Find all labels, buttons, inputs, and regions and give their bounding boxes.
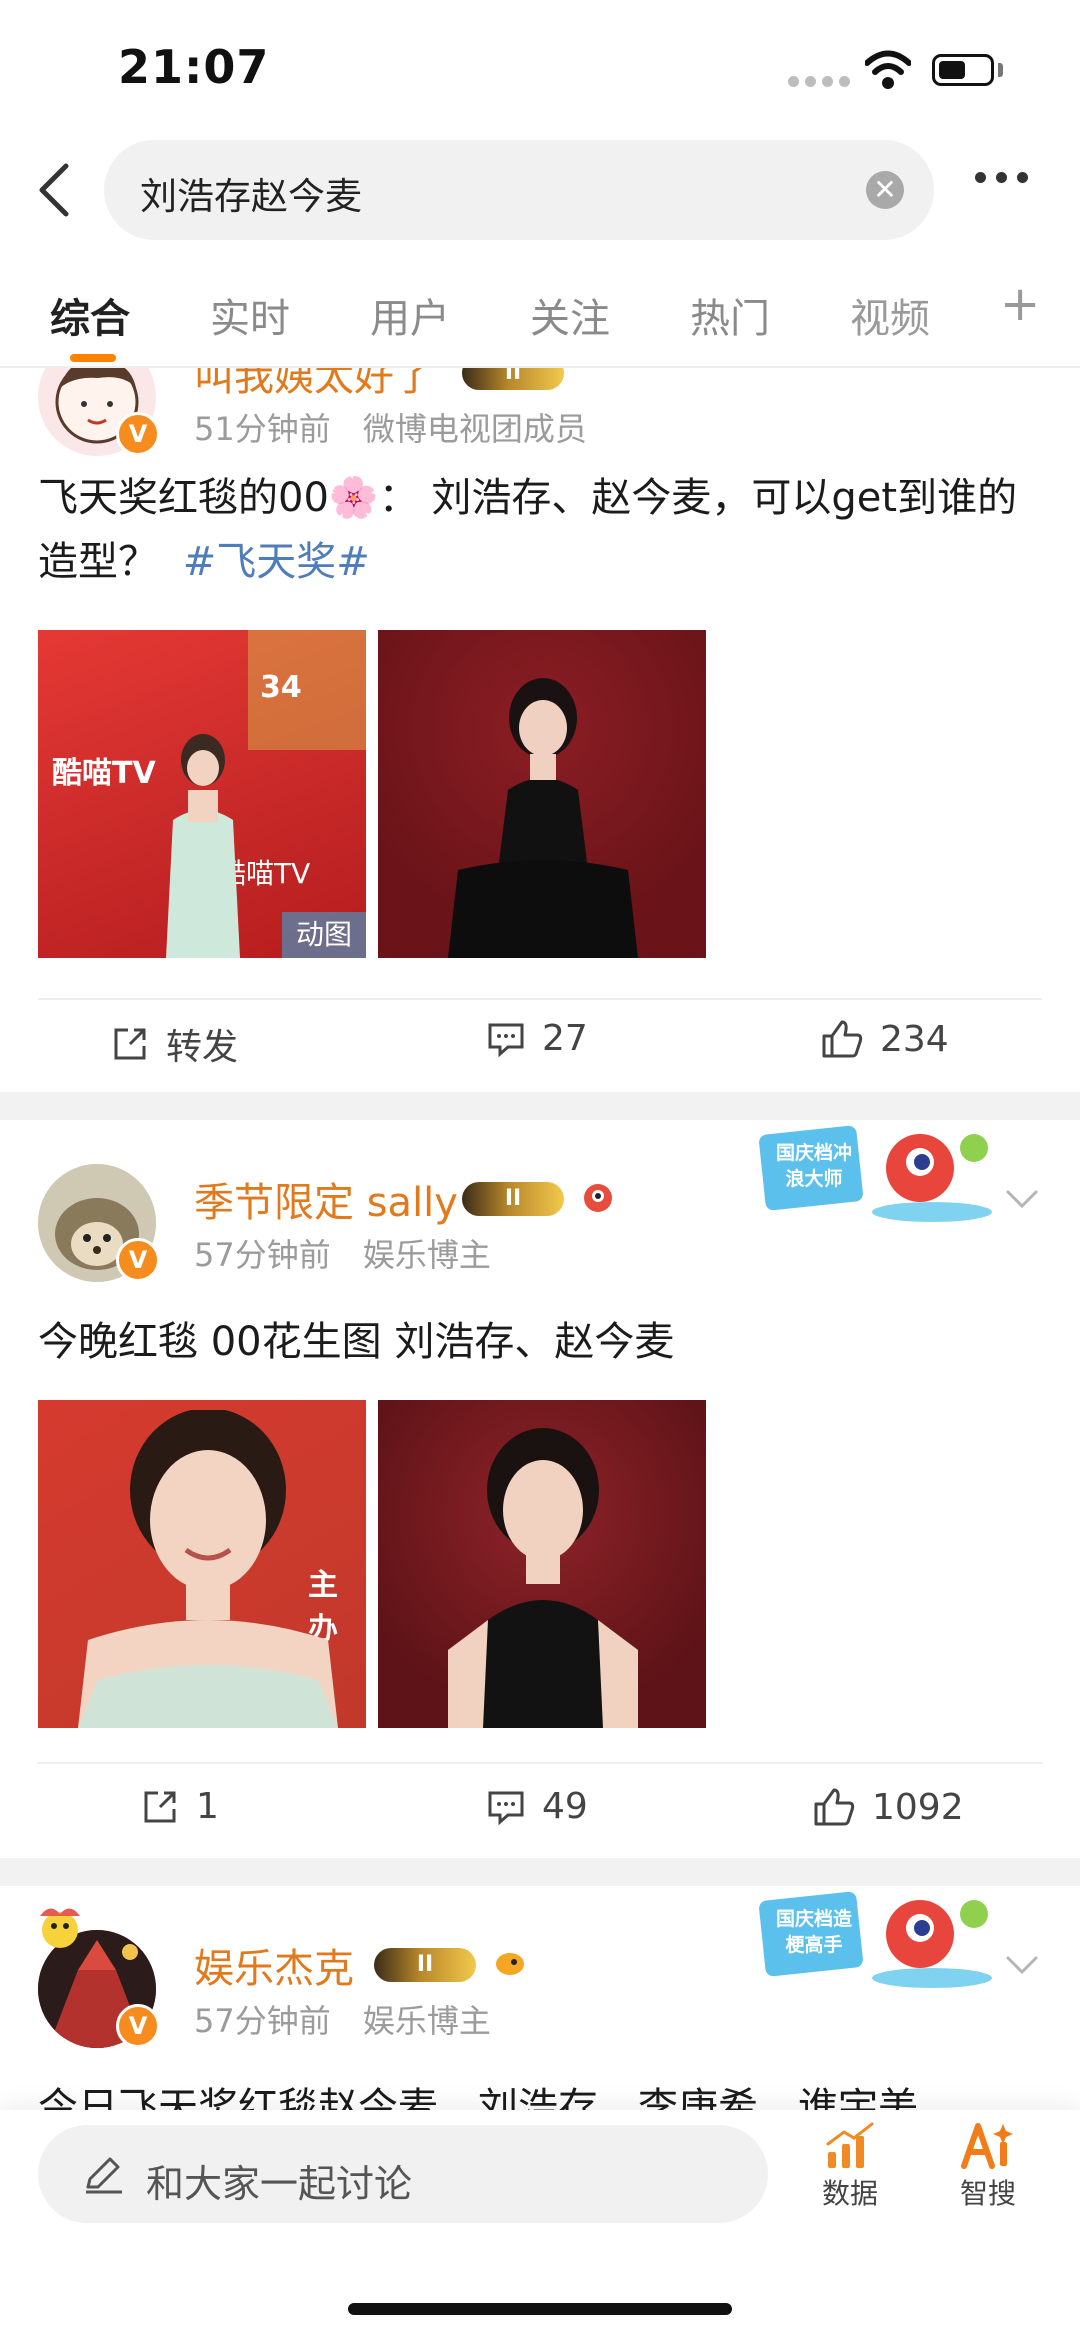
data-label: 数据	[821, 2177, 878, 2210]
comment-icon	[488, 1023, 524, 1057]
post-image-2[interactable]	[378, 630, 706, 958]
comment-button[interactable]: 27	[486, 1018, 588, 1059]
clear-icon[interactable]: ✕	[866, 171, 904, 209]
verified-icon: V	[116, 2004, 160, 2048]
post-source: 娱乐博主	[362, 2002, 491, 2040]
feed-separator	[0, 1092, 1080, 1120]
tab-bar: 综合 实时 用户 关注 热门 视频	[0, 270, 1080, 366]
search-query: 刘浩存赵今麦	[140, 175, 362, 218]
smart-search-label: 智搜	[959, 2177, 1016, 2210]
divider	[38, 1762, 1042, 1764]
vip-badge-icon: II	[462, 1182, 564, 1216]
divider	[38, 998, 1042, 1000]
tab-active-indicator	[70, 354, 116, 362]
post-source: 娱乐博主	[362, 1236, 491, 1274]
data-button[interactable]: 数据	[810, 2120, 890, 2212]
username[interactable]: 季节限定 sally	[194, 1170, 458, 1228]
post-meta: 57分钟前 娱乐博主	[194, 1230, 491, 1276]
chevron-down-icon[interactable]	[1002, 1186, 1042, 1212]
smart-search-button[interactable]: 智搜	[948, 2120, 1028, 2212]
post-image-1[interactable]: 34 酷喵TV 酷喵TV 动图	[38, 630, 366, 958]
username[interactable]: 叫我姨太好了	[194, 368, 434, 402]
repost-label: 转发	[166, 1027, 239, 1068]
repost-button[interactable]: 转发	[110, 1018, 238, 1070]
post-text: 飞天奖红毯的00🌸： 刘浩存、赵今麦，可以get到谁的造型？ #飞天奖#	[38, 466, 1048, 594]
post-text: 今晚红毯 00花生图 刘浩存、赵今麦	[38, 1319, 675, 1365]
add-tab-icon[interactable]: +	[1000, 276, 1040, 332]
repost-count: 1	[196, 1786, 219, 1827]
tab-realtime[interactable]: 实时	[210, 286, 290, 344]
chevron-down-icon[interactable]	[1002, 1952, 1042, 1978]
duck-sticker-icon	[40, 1908, 80, 1948]
image-caption-number: 34	[260, 670, 302, 705]
post-card-3: V 娱乐杰克 II 57分钟前 娱乐博主 国庆档造梗高手 今日飞天奖红毯赵今麦、…	[0, 1886, 1080, 2110]
vip-badge-icon: II	[462, 368, 564, 390]
comment-placeholder: 和大家一起讨论	[146, 2162, 413, 2206]
tab-hot[interactable]: 热门	[690, 286, 770, 344]
post-source: 微博电视团成员	[362, 410, 587, 448]
verified-icon: V	[116, 1238, 160, 1282]
event-badge-text: 国庆档冲浪大师	[775, 1142, 852, 1190]
image-brand-text: 酷喵TV	[52, 756, 156, 791]
like-count: 234	[880, 1018, 949, 1060]
post-card-1: V 叫我姨太好了 II 51分钟前 微博电视团成员 飞天奖红毯的00🌸： 刘浩存…	[0, 368, 1080, 1088]
event-badge-text: 国庆档造梗高手	[775, 1908, 852, 1956]
post-image-2[interactable]	[378, 1400, 706, 1728]
vip-badge-icon: II	[374, 1948, 476, 1982]
post-text: 今日飞天奖红毯赵今麦、刘浩存、李庚希、谯宇美	[38, 2085, 918, 2110]
event-badge: 国庆档冲浪大师	[758, 1122, 998, 1226]
back-icon[interactable]	[30, 160, 80, 220]
like-button[interactable]: 1092	[812, 1786, 964, 1828]
status-time: 21:07	[118, 40, 270, 94]
feed-separator	[0, 1858, 1080, 1886]
home-indicator	[348, 2303, 732, 2315]
edit-icon	[86, 2157, 122, 2194]
wifi-icon	[865, 50, 911, 89]
post-meta: 51分钟前 微博电视团成员	[194, 404, 587, 450]
ai-icon	[961, 2123, 1013, 2169]
battery-icon	[932, 54, 994, 86]
comment-icon	[488, 1791, 524, 1825]
more-icon[interactable]	[975, 172, 1028, 183]
like-icon	[822, 1020, 863, 1058]
chart-icon	[826, 2122, 874, 2168]
fish-icon	[496, 1953, 524, 1975]
post-meta: 57分钟前 娱乐博主	[194, 1996, 491, 2042]
comment-input[interactable]: 和大家一起讨论	[38, 2125, 768, 2223]
repost-icon	[114, 1028, 146, 1060]
event-badge: 国庆档造梗高手	[758, 1888, 998, 1992]
like-count: 1092	[872, 1786, 964, 1828]
repost-button[interactable]: 1	[140, 1786, 219, 1827]
post-card-2: V 季节限定 sally II 57分钟前 娱乐博主 国庆档冲浪大师 今晚红毯 …	[0, 1120, 1080, 1860]
tab-video[interactable]: 视频	[850, 286, 930, 344]
username[interactable]: 娱乐杰克	[194, 1936, 354, 1994]
tab-users[interactable]: 用户	[370, 286, 450, 344]
verified-icon: V	[116, 412, 160, 456]
battery-cap	[998, 63, 1003, 77]
post-image-1[interactable]: 主办	[38, 1400, 366, 1728]
gif-badge: 动图	[282, 912, 366, 958]
mascot-icon	[584, 1184, 612, 1212]
signal-icon	[788, 76, 850, 87]
hashtag-link[interactable]: #飞天奖#	[183, 539, 370, 585]
post-time: 57分钟前	[194, 2002, 331, 2040]
comment-count: 27	[542, 1018, 588, 1059]
post-time: 57分钟前	[194, 1236, 331, 1274]
comment-button[interactable]: 49	[486, 1786, 588, 1827]
repost-icon	[144, 1791, 176, 1822]
comment-count: 49	[542, 1786, 588, 1827]
post-time: 51分钟前	[194, 410, 331, 448]
like-button[interactable]: 234	[820, 1018, 949, 1060]
search-input[interactable]: 刘浩存赵今麦 ✕	[104, 140, 934, 240]
like-icon	[814, 1788, 855, 1826]
tab-comprehensive[interactable]: 综合	[50, 286, 130, 344]
tab-follow[interactable]: 关注	[530, 286, 610, 344]
